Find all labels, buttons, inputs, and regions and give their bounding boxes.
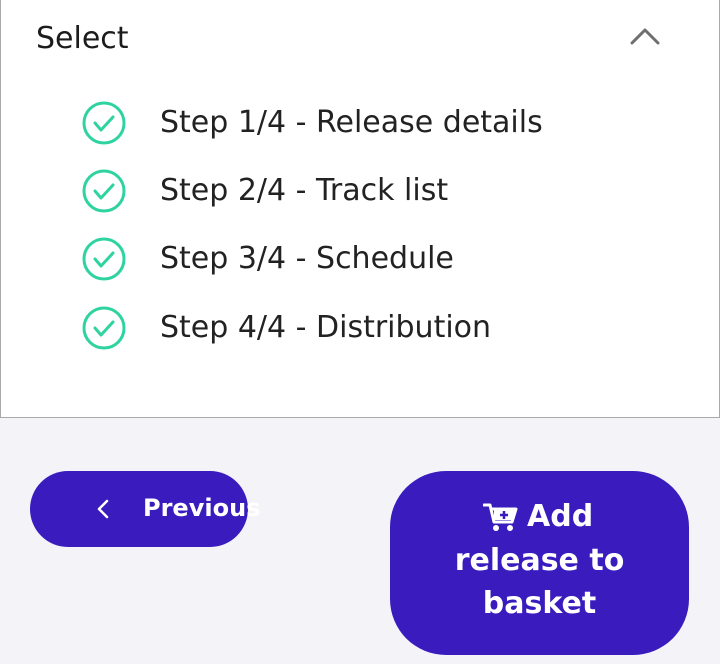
- step-item[interactable]: Step 2/4 - Track list: [1, 168, 601, 216]
- add-label-line-2: release to: [454, 543, 625, 578]
- add-release-to-basket-button[interactable]: Add release to basket: [390, 471, 689, 655]
- panel-title: Select: [36, 21, 129, 56]
- chevron-up-icon[interactable]: [629, 26, 661, 46]
- step-label: Step 4/4 - Distribution: [160, 310, 492, 345]
- step-select-panel: Select Step 1/4 - Release details Step 2…: [0, 0, 720, 418]
- step-item[interactable]: Step 3/4 - Schedule: [1, 236, 601, 284]
- step-label: Step 2/4 - Track list: [160, 173, 449, 208]
- add-label-line-3: basket: [482, 586, 597, 621]
- previous-label: Previous: [143, 494, 261, 522]
- chevron-left-icon: [97, 499, 109, 519]
- step-label: Step 3/4 - Schedule: [160, 241, 454, 276]
- check-circle-icon: [82, 169, 126, 213]
- cart-plus-icon: [483, 503, 518, 531]
- check-circle-icon: [82, 101, 126, 145]
- add-label-line-1: Add: [527, 499, 594, 534]
- step-label: Step 1/4 - Release details: [160, 105, 543, 140]
- step-item[interactable]: Step 4/4 - Distribution: [1, 305, 601, 353]
- check-circle-icon: [82, 306, 126, 350]
- step-item[interactable]: Step 1/4 - Release details: [1, 100, 601, 148]
- previous-button[interactable]: Previous: [30, 471, 260, 547]
- check-circle-icon: [82, 237, 126, 281]
